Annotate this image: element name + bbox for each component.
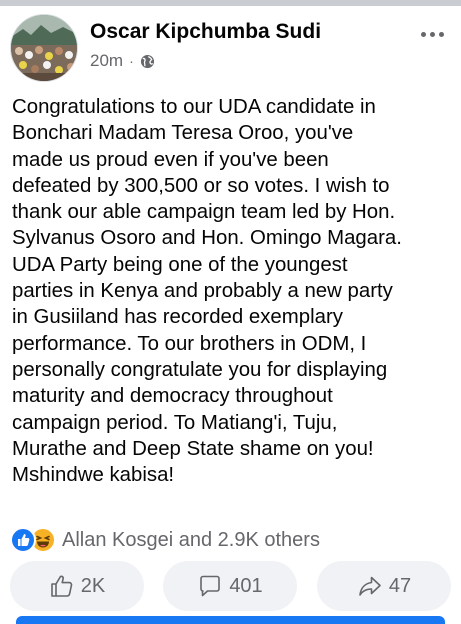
post-time[interactable]: 20m <box>90 51 123 71</box>
post-text-line: UDA Party being one of the youngest <box>12 253 348 276</box>
post-meta: 20m · <box>90 50 155 72</box>
post-text-line: Bonchari Madam Teresa Oroo, you've <box>12 122 354 145</box>
post-text-line: parties in Kenya and probably a new part… <box>12 280 393 303</box>
post-text-line: made us proud even if you've been <box>12 148 329 171</box>
more-dot-icon <box>429 31 435 37</box>
more-options-button[interactable] <box>415 24 449 44</box>
like-count: 2K <box>80 574 106 597</box>
more-dot-icon <box>420 31 426 37</box>
reactions-summary-text: Allan Kosgei and 2.9K others <box>62 528 320 551</box>
avatar[interactable] <box>10 14 78 82</box>
comment-icon <box>197 573 223 599</box>
comment-count: 401 <box>229 574 263 597</box>
like-button[interactable]: 2K <box>10 561 144 611</box>
post-text-line: personally congratulate you for displayi… <box>12 358 388 381</box>
post-header: Oscar Kipchumba Sudi 20m · <box>10 14 451 84</box>
meta-separator: · <box>129 53 134 69</box>
share-button[interactable]: 47 <box>317 561 451 611</box>
post-text-line: maturity and democracy throughout <box>12 385 333 408</box>
comment-composer-edge[interactable] <box>16 616 445 624</box>
post-text-line: campaign period. To Matiang'i, Tuju, <box>12 411 338 434</box>
reactions-summary[interactable]: Allan Kosgei and 2.9K others <box>10 527 320 553</box>
share-arrow-icon <box>357 573 383 599</box>
avatar-image <box>11 15 77 81</box>
comment-button[interactable]: 401 <box>163 561 297 611</box>
post-text-line: Mshindwe kabisa! <box>12 464 175 487</box>
post-text-line: Sylvanus Osoro and Hon. Omingo Magara. <box>12 227 402 250</box>
globe-icon <box>140 54 155 69</box>
post-text-line: Congratulations to our UDA candidate in <box>12 96 376 118</box>
author-name[interactable]: Oscar Kipchumba Sudi <box>90 20 321 44</box>
feed-divider <box>0 0 461 6</box>
like-reaction-icon <box>10 527 36 553</box>
post-text-line: defeated by 300,500 or so votes. I wish … <box>12 174 390 197</box>
post-text-line: thank our able campaign team led by Hon. <box>12 201 396 224</box>
post-text-line: Murathe and Deep State shame on you! <box>12 437 374 460</box>
post-text-line: in Gusiiland has recorded exemplary <box>12 306 343 329</box>
post-text-line: performance. To our brothers in ODM, I <box>12 332 367 355</box>
post-body: Congratulations to our UDA candidate in … <box>12 94 452 488</box>
share-count: 47 <box>388 574 412 597</box>
more-dot-icon <box>438 31 444 37</box>
thumbs-up-icon <box>49 573 75 599</box>
post-action-bar: 2K 401 47 <box>10 561 451 613</box>
